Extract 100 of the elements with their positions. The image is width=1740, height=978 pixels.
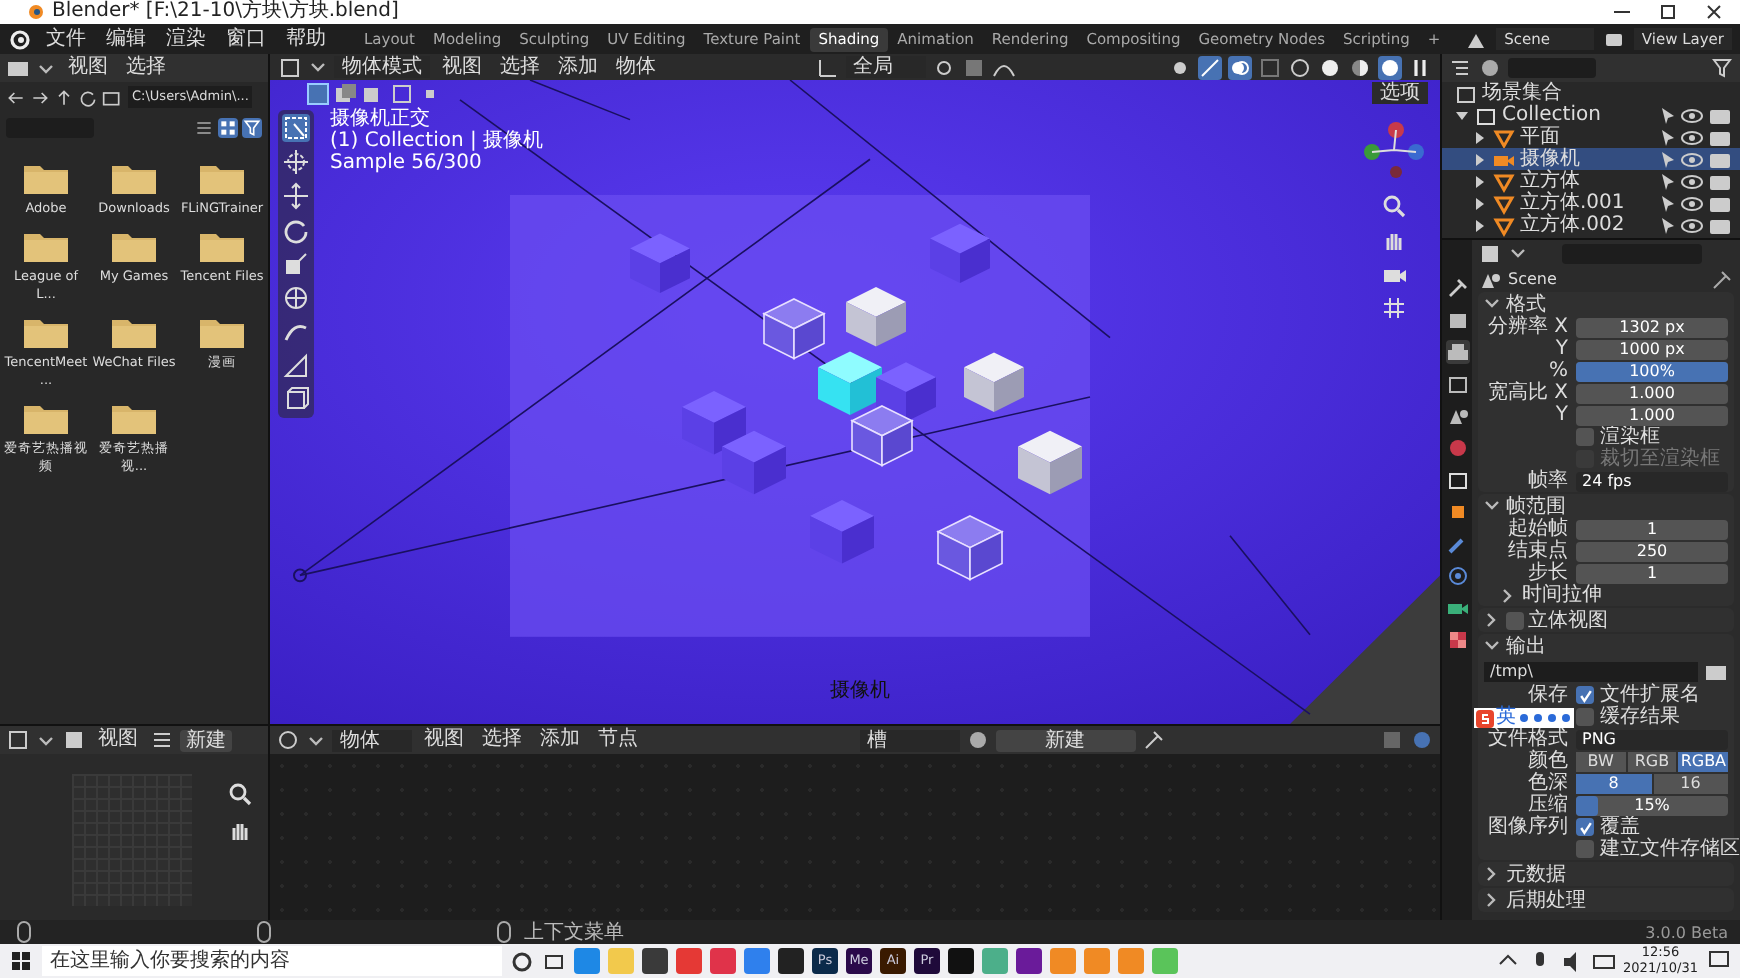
outliner-row[interactable]: 平面 bbox=[1442, 126, 1740, 148]
object-dropdown[interactable]: 物体 bbox=[332, 729, 412, 751]
eye-icon[interactable] bbox=[1680, 191, 1704, 215]
keyboard-icon[interactable] bbox=[1591, 949, 1616, 973]
transform-icon[interactable] bbox=[282, 284, 310, 312]
pause-icon[interactable] bbox=[1408, 55, 1432, 79]
checkbox[interactable] bbox=[1576, 840, 1594, 858]
rendered-shading-icon[interactable] bbox=[1378, 55, 1402, 79]
checkbox[interactable] bbox=[1506, 611, 1524, 629]
pivot-icon[interactable] bbox=[931, 55, 955, 79]
material-shading-icon[interactable] bbox=[1348, 55, 1372, 79]
menu-item[interactable]: 帮助 bbox=[280, 27, 332, 51]
windows-start-icon[interactable] bbox=[8, 948, 34, 974]
input-language-label[interactable]: 英 bbox=[1496, 708, 1516, 728]
checkbox[interactable] bbox=[1576, 818, 1594, 836]
number-field[interactable]: 1.000 bbox=[1576, 383, 1728, 403]
eye-icon[interactable] bbox=[1680, 103, 1704, 127]
box-icon[interactable] bbox=[1445, 468, 1469, 492]
select-invert-icon[interactable] bbox=[390, 82, 414, 106]
wireframe-shading-icon[interactable] bbox=[1288, 55, 1312, 79]
toggle-button[interactable]: 8 bbox=[1576, 773, 1651, 793]
dropdown[interactable]: 24 fps bbox=[1576, 471, 1728, 491]
panel-header[interactable]: 立体视图 bbox=[1478, 608, 1734, 632]
material-icon[interactable] bbox=[965, 728, 989, 752]
keyboard-icon[interactable] bbox=[1560, 712, 1572, 724]
dropdown[interactable]: PNG bbox=[1576, 729, 1728, 749]
maximize-icon[interactable] bbox=[1658, 2, 1678, 22]
outliner-row[interactable]: 立方体 bbox=[1442, 170, 1740, 192]
panel-header[interactable]: 帧范围 bbox=[1478, 494, 1734, 518]
wrench-screwdriver-icon[interactable] bbox=[1445, 276, 1469, 300]
folder-icon[interactable] bbox=[6, 56, 30, 80]
s-logo-icon[interactable] bbox=[1476, 709, 1494, 727]
hand-icon[interactable] bbox=[228, 818, 252, 842]
move-icon[interactable] bbox=[282, 182, 310, 210]
outliner-icon[interactable] bbox=[1448, 56, 1472, 80]
number-field[interactable]: 1302 px bbox=[1576, 317, 1728, 337]
camera-back-icon[interactable] bbox=[1445, 308, 1469, 332]
options-dropdown[interactable]: 选项 bbox=[1372, 82, 1428, 104]
toggle-button[interactable]: RGBA bbox=[1678, 751, 1729, 771]
outliner-item[interactable]: 场景集合 bbox=[1482, 82, 1562, 104]
outliner-row[interactable]: 立方体.002 bbox=[1442, 214, 1740, 236]
forward-arrow-icon[interactable] bbox=[30, 87, 50, 107]
cone-sphere-icon[interactable] bbox=[1445, 404, 1469, 428]
select-box-icon[interactable] bbox=[282, 114, 310, 142]
close-icon[interactable] bbox=[1704, 2, 1724, 22]
toggle-button[interactable]: BW bbox=[1576, 751, 1626, 771]
menu-item[interactable]: 节点 bbox=[592, 728, 644, 752]
new-folder-icon[interactable] bbox=[102, 87, 122, 107]
cursor-icon[interactable] bbox=[282, 148, 310, 176]
panel-header[interactable]: 格式 bbox=[1478, 292, 1734, 316]
slider[interactable]: 100% bbox=[1576, 361, 1728, 381]
pin-icon[interactable] bbox=[1710, 267, 1734, 291]
solid-shading-icon[interactable] bbox=[1318, 55, 1342, 79]
image-editor-icon[interactable] bbox=[6, 728, 30, 752]
filter-icon[interactable] bbox=[1710, 56, 1734, 80]
zoom-icon[interactable] bbox=[228, 782, 252, 806]
view-icon[interactable] bbox=[62, 728, 86, 752]
menu-item[interactable]: 选择 bbox=[476, 728, 528, 752]
eye-icon[interactable] bbox=[1680, 147, 1704, 171]
search-field[interactable]: 在这里输入你要搜索的内容 bbox=[42, 946, 502, 976]
panel-header[interactable]: 元数据 bbox=[1478, 862, 1734, 886]
overlay-icon[interactable] bbox=[1228, 55, 1252, 79]
menu-item[interactable]: 渲染 bbox=[160, 27, 212, 51]
select-extend-icon[interactable] bbox=[334, 82, 358, 106]
menu-item[interactable]: 视图 bbox=[62, 56, 114, 80]
eye-icon[interactable] bbox=[1680, 213, 1704, 237]
gizmo-icon[interactable] bbox=[1198, 55, 1222, 79]
search-field[interactable] bbox=[1562, 243, 1702, 263]
checkbox[interactable] bbox=[1576, 686, 1594, 704]
outliner-row[interactable]: Collection bbox=[1442, 104, 1740, 126]
refresh-icon[interactable] bbox=[78, 87, 98, 107]
globe-icon[interactable] bbox=[1445, 436, 1469, 460]
zoom-icon[interactable] bbox=[1382, 194, 1406, 218]
cortana-icon[interactable] bbox=[510, 949, 534, 973]
number-field[interactable]: 1 bbox=[1576, 519, 1728, 539]
menu-item[interactable]: 视图 bbox=[436, 55, 488, 79]
menu-item[interactable]: 视图 bbox=[418, 728, 470, 752]
axis-gizmo-icon[interactable] bbox=[1360, 116, 1428, 184]
list-view-icon[interactable] bbox=[194, 117, 214, 137]
eye-icon[interactable] bbox=[1680, 169, 1704, 193]
printer-icon[interactable] bbox=[1445, 340, 1469, 364]
object-mode-icon[interactable] bbox=[278, 55, 302, 79]
rotate-icon[interactable] bbox=[282, 216, 310, 244]
checkbox[interactable] bbox=[1576, 428, 1594, 446]
outliner-row[interactable]: 摄像机 bbox=[1442, 148, 1740, 170]
menu-item[interactable]: 添加 bbox=[552, 55, 604, 79]
menu-item[interactable]: 文件 bbox=[40, 27, 92, 51]
new-material-button[interactable]: 新建 bbox=[995, 729, 1135, 751]
number-field[interactable]: 250 bbox=[1576, 541, 1728, 561]
path-field[interactable]: /tmp\ bbox=[1484, 661, 1698, 681]
scale-icon[interactable] bbox=[282, 250, 310, 278]
menu-item[interactable]: 窗口 bbox=[220, 27, 272, 51]
toggle-button[interactable]: 16 bbox=[1653, 773, 1728, 793]
number-field[interactable]: 1.000 bbox=[1576, 405, 1728, 425]
axes-icon[interactable] bbox=[815, 55, 839, 79]
pin-icon[interactable] bbox=[1141, 728, 1165, 752]
menu-icon[interactable] bbox=[150, 728, 174, 752]
eye-icon[interactable] bbox=[1680, 125, 1704, 149]
panel-header[interactable]: 输出 bbox=[1478, 634, 1734, 658]
view-menu[interactable]: 视图 bbox=[92, 728, 144, 752]
